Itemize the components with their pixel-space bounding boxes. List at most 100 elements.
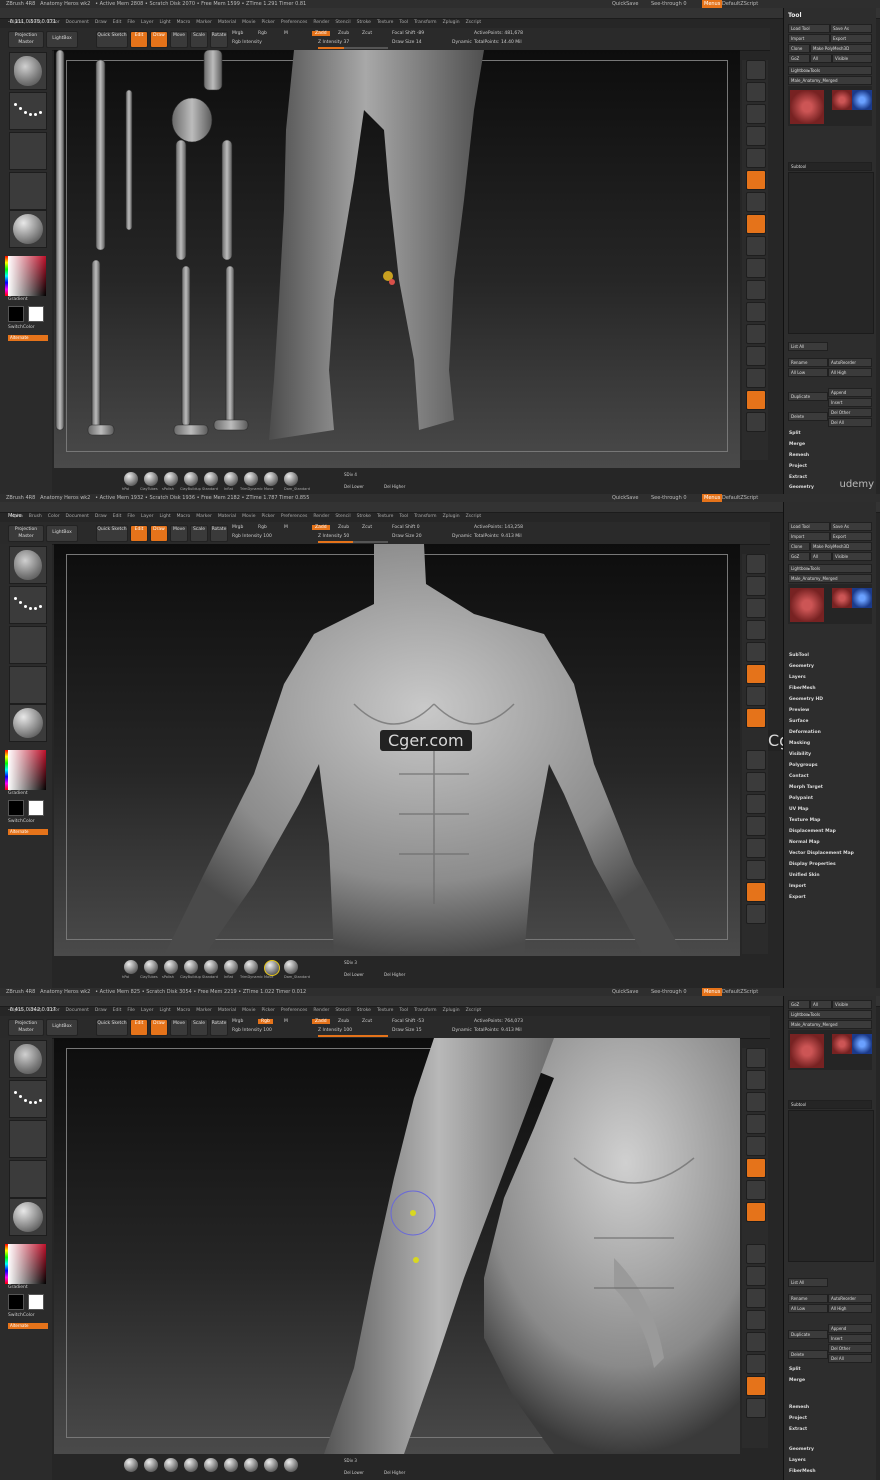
polyf-icon[interactable] (746, 838, 766, 858)
autoreorder-button[interactable]: AutoReorder (828, 358, 872, 367)
menu-preferences[interactable]: Preferences (281, 512, 307, 522)
z-intensity-track[interactable] (318, 1035, 388, 1037)
canvas-viewport[interactable] (54, 50, 740, 468)
menu-stroke[interactable]: Stroke (357, 18, 371, 28)
menu-marker[interactable]: Marker (196, 18, 212, 28)
mrgb-toggle[interactable]: Mrgb (232, 31, 243, 36)
subtool-header[interactable]: Subtool (788, 162, 872, 171)
menu-stencil[interactable]: Stencil (335, 512, 350, 522)
menu-edit[interactable]: Edit (113, 512, 122, 522)
focal-shift-slider[interactable]: Focal Shift 0 (392, 525, 420, 530)
make-polymesh-button[interactable]: Make PolyMesh3D (810, 542, 872, 551)
geometry-section[interactable]: Geometry (789, 482, 814, 493)
menu-document[interactable]: Document (66, 1006, 89, 1016)
all-high-button[interactable]: All High (828, 1304, 872, 1313)
spix-icon[interactable] (746, 1070, 766, 1090)
brush-trimdynamic-icon[interactable] (244, 1458, 258, 1472)
m-toggle[interactable]: M (284, 525, 288, 530)
sdiv-slider[interactable]: SDiv 3 (344, 960, 357, 965)
goz-visible-button[interactable]: Visible (832, 1000, 872, 1009)
brush-damstandard-icon[interactable] (284, 1458, 298, 1472)
rgb-toggle[interactable]: Rgb (258, 525, 267, 530)
menu-preferences[interactable]: Preferences (281, 18, 307, 28)
draw-size-slider[interactable]: Draw Size 20 (392, 534, 422, 539)
brush-claybuildup-icon[interactable] (184, 472, 198, 486)
rotate-view-icon[interactable] (746, 1310, 766, 1330)
subtool-list[interactable] (788, 1110, 874, 1262)
stroke-selector[interactable] (9, 1080, 47, 1118)
material-selector[interactable] (9, 210, 47, 248)
goz-all-button[interactable]: All (810, 54, 832, 63)
menu-document[interactable]: Document (66, 512, 89, 522)
edit-button[interactable]: Edit (130, 525, 148, 542)
bpr-icon[interactable] (746, 1048, 766, 1068)
move-button[interactable]: Move (170, 31, 188, 48)
draw-button[interactable]: Draw (150, 525, 168, 542)
switch-color-button[interactable]: SwitchColor (8, 325, 35, 330)
sphere-tool-thumb-icon[interactable] (832, 588, 852, 608)
see-through-slider[interactable]: See-through 0 (651, 494, 687, 502)
del-other-button[interactable]: Del Other (828, 408, 872, 417)
brush-damstandard-icon[interactable] (284, 472, 298, 486)
z-intensity-track[interactable] (318, 47, 388, 49)
actual-icon[interactable] (746, 148, 766, 168)
menu-light[interactable]: Light (159, 512, 170, 522)
rgb-intensity-slider[interactable]: Rgb Intensity 100 (232, 1028, 272, 1033)
menu-layer[interactable]: Layer (141, 18, 154, 28)
tool-thumbnails[interactable] (788, 584, 872, 624)
menu-tool[interactable]: Tool (399, 18, 408, 28)
move-button[interactable]: Move (170, 525, 188, 542)
anatomy-tool-thumb-icon[interactable] (790, 1034, 824, 1068)
section-layers[interactable]: Layers (789, 1455, 816, 1466)
zadd-toggle[interactable]: Zadd (312, 31, 330, 36)
menu-tool[interactable]: Tool (399, 1006, 408, 1016)
menu-file[interactable]: File (127, 18, 135, 28)
quicksave-button[interactable]: QuickSave (612, 988, 638, 996)
rotate-button[interactable]: Rotate (210, 1019, 228, 1036)
section-normal-map[interactable]: Normal Map (789, 837, 854, 848)
merge-menu[interactable]: Merge (789, 439, 809, 450)
frame-icon[interactable] (746, 750, 766, 770)
goz-visible-button[interactable]: Visible (832, 54, 872, 63)
z-intensity-slider[interactable]: Z Intensity 37 (318, 40, 349, 45)
menu-marker[interactable]: Marker (196, 1006, 212, 1016)
brush-standard-icon[interactable] (204, 1458, 218, 1472)
menu-macro[interactable]: Macro (177, 18, 191, 28)
stroke-selector[interactable] (9, 586, 47, 624)
menu-picker[interactable]: Picker (261, 18, 274, 28)
floor-icon[interactable] (746, 686, 766, 706)
section-deformation[interactable]: Deformation (789, 727, 854, 738)
menu-movie[interactable]: Movie (242, 1006, 255, 1016)
secondary-color-swatch[interactable] (8, 800, 24, 816)
brush-selector[interactable] (9, 546, 47, 584)
zsub-toggle[interactable]: Zsub (338, 1019, 349, 1024)
scroll-icon[interactable] (746, 598, 766, 618)
brush-damstandard-icon[interactable] (284, 960, 298, 974)
del-higher-button[interactable]: Del Higher (384, 484, 405, 489)
tool-thumbnails[interactable] (788, 1030, 872, 1070)
focal-shift-slider[interactable]: Focal Shift -89 (392, 31, 424, 36)
menu-picker[interactable]: Picker (261, 512, 274, 522)
brush-standard-icon[interactable] (204, 472, 218, 486)
menu-texture[interactable]: Texture (377, 1006, 393, 1016)
brush-claytubes-icon[interactable] (144, 1458, 158, 1472)
transp-icon[interactable] (746, 860, 766, 880)
section-geometry[interactable]: Geometry (789, 661, 854, 672)
sdiv-slider[interactable]: SDiv 3 (344, 1458, 357, 1463)
arm-and-chest-model[interactable] (54, 1038, 740, 1454)
quick-sketch-button[interactable]: Quick Sketch (96, 1019, 128, 1036)
load-tool-button[interactable]: Load Tool (788, 24, 830, 33)
secondary-color-swatch[interactable] (8, 1294, 24, 1310)
edit-button[interactable]: Edit (130, 1019, 148, 1036)
gradient-label[interactable]: Gradient (8, 297, 28, 302)
menu-movie[interactable]: Movie (242, 18, 255, 28)
section-geometry[interactable]: Geometry (789, 1444, 816, 1455)
lightbox-tools-button[interactable]: Lightbox▸Tools (788, 564, 872, 573)
del-higher-button[interactable]: Del Higher (384, 972, 405, 977)
section-visibility[interactable]: Visibility (789, 749, 854, 760)
material-selector[interactable] (9, 704, 47, 742)
brush-move-icon[interactable] (264, 1458, 278, 1472)
delete-button[interactable]: Delete (788, 412, 828, 421)
xpose-icon[interactable] (746, 412, 766, 432)
menu-material[interactable]: Material (218, 1006, 236, 1016)
